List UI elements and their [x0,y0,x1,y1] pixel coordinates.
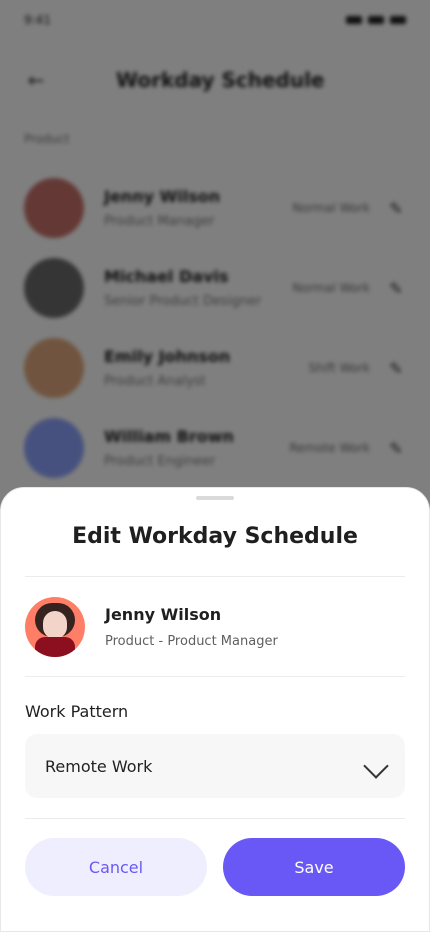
cancel-button[interactable]: Cancel [25,838,207,896]
sheet-title: Edit Workday Schedule [72,524,358,549]
shirt-shape [35,637,75,657]
employee-role: Product - Product Manager [105,634,278,649]
employee-name: Jenny Wilson [105,605,222,624]
divider [25,676,405,677]
selected-work-pattern: Remote Work [45,756,153,776]
save-button[interactable]: Save [223,838,405,896]
actions: Cancel Save [25,838,405,896]
chevron-down-icon [363,753,389,779]
face-shape [43,611,67,639]
work-pattern-select[interactable]: Remote Work [25,734,405,798]
work-pattern-label: Work Pattern [25,702,129,721]
divider [25,818,405,819]
selected-employee: Jenny Wilson Product - Product Manager [25,597,405,657]
employee-info: Jenny Wilson Product - Product Manager [105,605,278,649]
drag-handle[interactable] [196,496,234,500]
avatar [25,597,85,657]
edit-bottom-sheet: Edit Workday Schedule Jenny Wilson Produ… [0,487,430,932]
divider [25,576,405,577]
